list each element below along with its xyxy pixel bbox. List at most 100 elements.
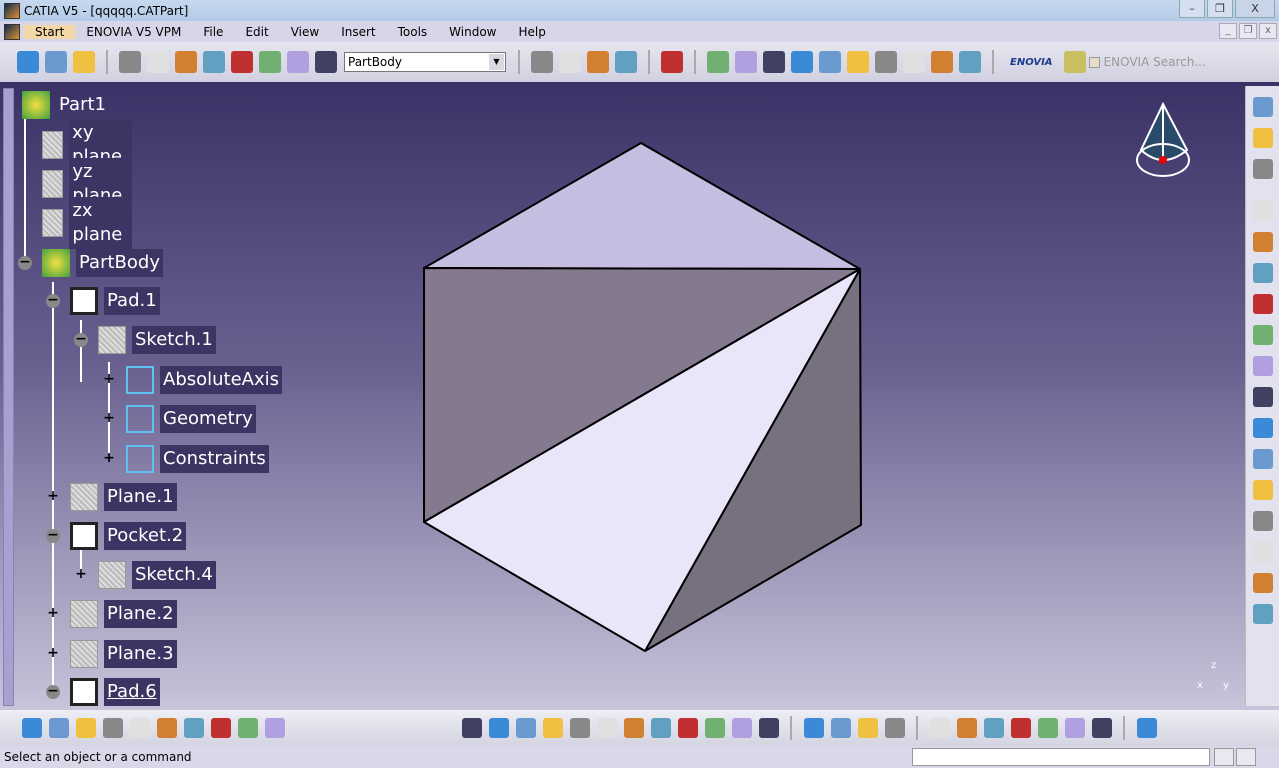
pattern-icon[interactable] (1252, 418, 1273, 438)
pocket-icon[interactable] (735, 51, 757, 73)
menu-tools[interactable]: Tools (387, 25, 439, 39)
hide-show-icon[interactable] (731, 718, 752, 738)
formula-fx-icon[interactable] (929, 718, 950, 738)
line-icon[interactable] (1252, 480, 1273, 500)
collapse-icon[interactable]: − (18, 255, 32, 270)
minimize-button[interactable]: – (1179, 0, 1205, 18)
multi-view-icon[interactable] (650, 718, 671, 738)
multi-section-icon[interactable] (959, 51, 981, 73)
paste-icon[interactable] (183, 718, 204, 738)
tree-item[interactable]: Plane.1 (70, 482, 177, 512)
tree-item[interactable]: Constraints (126, 444, 269, 474)
measure-item-icon[interactable] (857, 718, 878, 738)
catalog-icon[interactable] (1252, 128, 1273, 148)
top-face[interactable] (423, 142, 861, 270)
boolean-icon[interactable] (1252, 542, 1273, 562)
restore-button[interactable]: ❐ (1207, 0, 1233, 18)
axis-icon[interactable] (175, 51, 197, 73)
whats-this-icon[interactable] (264, 718, 285, 738)
new-icon[interactable] (21, 718, 42, 738)
expand-icon[interactable]: + (46, 489, 60, 504)
list-icon[interactable] (287, 51, 309, 73)
tree-item[interactable]: Plane.2 (70, 599, 177, 629)
measure-between-icon[interactable] (830, 718, 851, 738)
tree-item[interactable]: AbsoluteAxis (126, 365, 283, 395)
shaft-icon[interactable] (763, 51, 785, 73)
copy-icon[interactable] (156, 718, 177, 738)
tree-scrollbar[interactable] (3, 88, 14, 706)
tree-item[interactable]: Plane.3 (70, 639, 177, 669)
knowledge-icon[interactable] (1252, 604, 1273, 624)
tree-item[interactable]: Geometry (126, 404, 256, 434)
normal-view-icon[interactable] (623, 718, 644, 738)
hole-icon[interactable] (819, 51, 841, 73)
whats-this-icon[interactable] (73, 51, 95, 73)
compass-icon[interactable] (1135, 100, 1195, 182)
menu-view[interactable]: View (280, 25, 330, 39)
solid-combine-icon[interactable] (903, 51, 925, 73)
zoom-in-icon[interactable] (569, 718, 590, 738)
product-icon[interactable] (17, 51, 39, 73)
status-button[interactable] (1214, 748, 1234, 766)
menu-insert[interactable]: Insert (330, 25, 386, 39)
select-icon[interactable] (45, 51, 67, 73)
status-button[interactable] (1236, 748, 1256, 766)
tree-item[interactable]: Sketch.1 (98, 325, 216, 355)
expand-icon[interactable]: + (46, 606, 60, 621)
3d-viewport[interactable]: Part1 xy plane yz plane zx plane − PartBody − P… (0, 82, 1279, 710)
thickness-icon[interactable] (1252, 294, 1273, 314)
pan-icon[interactable] (515, 718, 536, 738)
tree-icon[interactable] (1037, 718, 1058, 738)
cut-icon[interactable] (129, 718, 150, 738)
hand-icon[interactable] (147, 51, 169, 73)
apply-material-icon[interactable] (1252, 97, 1273, 117)
tree-item[interactable]: yz plane (42, 158, 132, 210)
link-icon[interactable] (615, 51, 637, 73)
formula-icon[interactable] (1252, 159, 1273, 179)
menu-window[interactable]: Window (438, 25, 507, 39)
tree-item[interactable]: Pad.6 (70, 677, 160, 707)
plane-icon[interactable] (315, 51, 337, 73)
collapse-icon[interactable]: − (46, 528, 60, 543)
close-button[interactable]: X (1235, 0, 1275, 18)
doc-close-button[interactable]: x (1259, 23, 1277, 39)
expand-icon[interactable]: + (102, 372, 116, 387)
tree-item[interactable]: PartBody (42, 248, 163, 278)
menu-help[interactable]: Help (508, 25, 557, 39)
fit-all-icon[interactable] (488, 718, 509, 738)
enovia-search-checkbox[interactable] (1088, 56, 1100, 68)
tree-item[interactable]: Sketch.4 (98, 560, 216, 590)
menu-edit[interactable]: Edit (234, 25, 279, 39)
update-icon[interactable] (119, 51, 141, 73)
rotate-icon[interactable] (542, 718, 563, 738)
groove-icon[interactable] (791, 51, 813, 73)
undo-icon[interactable] (210, 718, 231, 738)
print-icon[interactable] (102, 718, 123, 738)
law-icon[interactable] (983, 718, 1004, 738)
catia-logo-icon[interactable] (1136, 718, 1157, 738)
collapse-icon[interactable]: − (46, 293, 60, 308)
expand-icon[interactable]: + (102, 411, 116, 426)
swap-icon[interactable] (758, 718, 779, 738)
slot-icon[interactable] (875, 51, 897, 73)
copy-icon[interactable] (587, 51, 609, 73)
render-style-icon[interactable] (704, 718, 725, 738)
tree-item[interactable]: xy plane (42, 119, 132, 171)
measure-icon[interactable] (203, 51, 225, 73)
part-geometry[interactable] (0, 82, 1279, 710)
assembly-icon[interactable] (559, 51, 581, 73)
chevron-down-icon[interactable]: ▼ (489, 54, 504, 70)
collapse-icon[interactable]: − (74, 332, 88, 347)
scene-icon[interactable] (531, 51, 553, 73)
menu-file[interactable]: File (192, 25, 234, 39)
tree-item[interactable]: Pad.1 (70, 286, 160, 316)
command-input[interactable] (912, 748, 1210, 766)
zoom-out-icon[interactable] (596, 718, 617, 738)
table-icon[interactable] (1010, 718, 1031, 738)
expand-icon[interactable]: + (74, 567, 88, 582)
remove-face-icon[interactable] (1252, 356, 1273, 376)
tree-item[interactable]: zx plane (42, 197, 132, 249)
pad-icon[interactable] (707, 51, 729, 73)
current-body-select[interactable]: PartBody ▼ (344, 52, 506, 72)
analysis-icon[interactable] (259, 51, 281, 73)
